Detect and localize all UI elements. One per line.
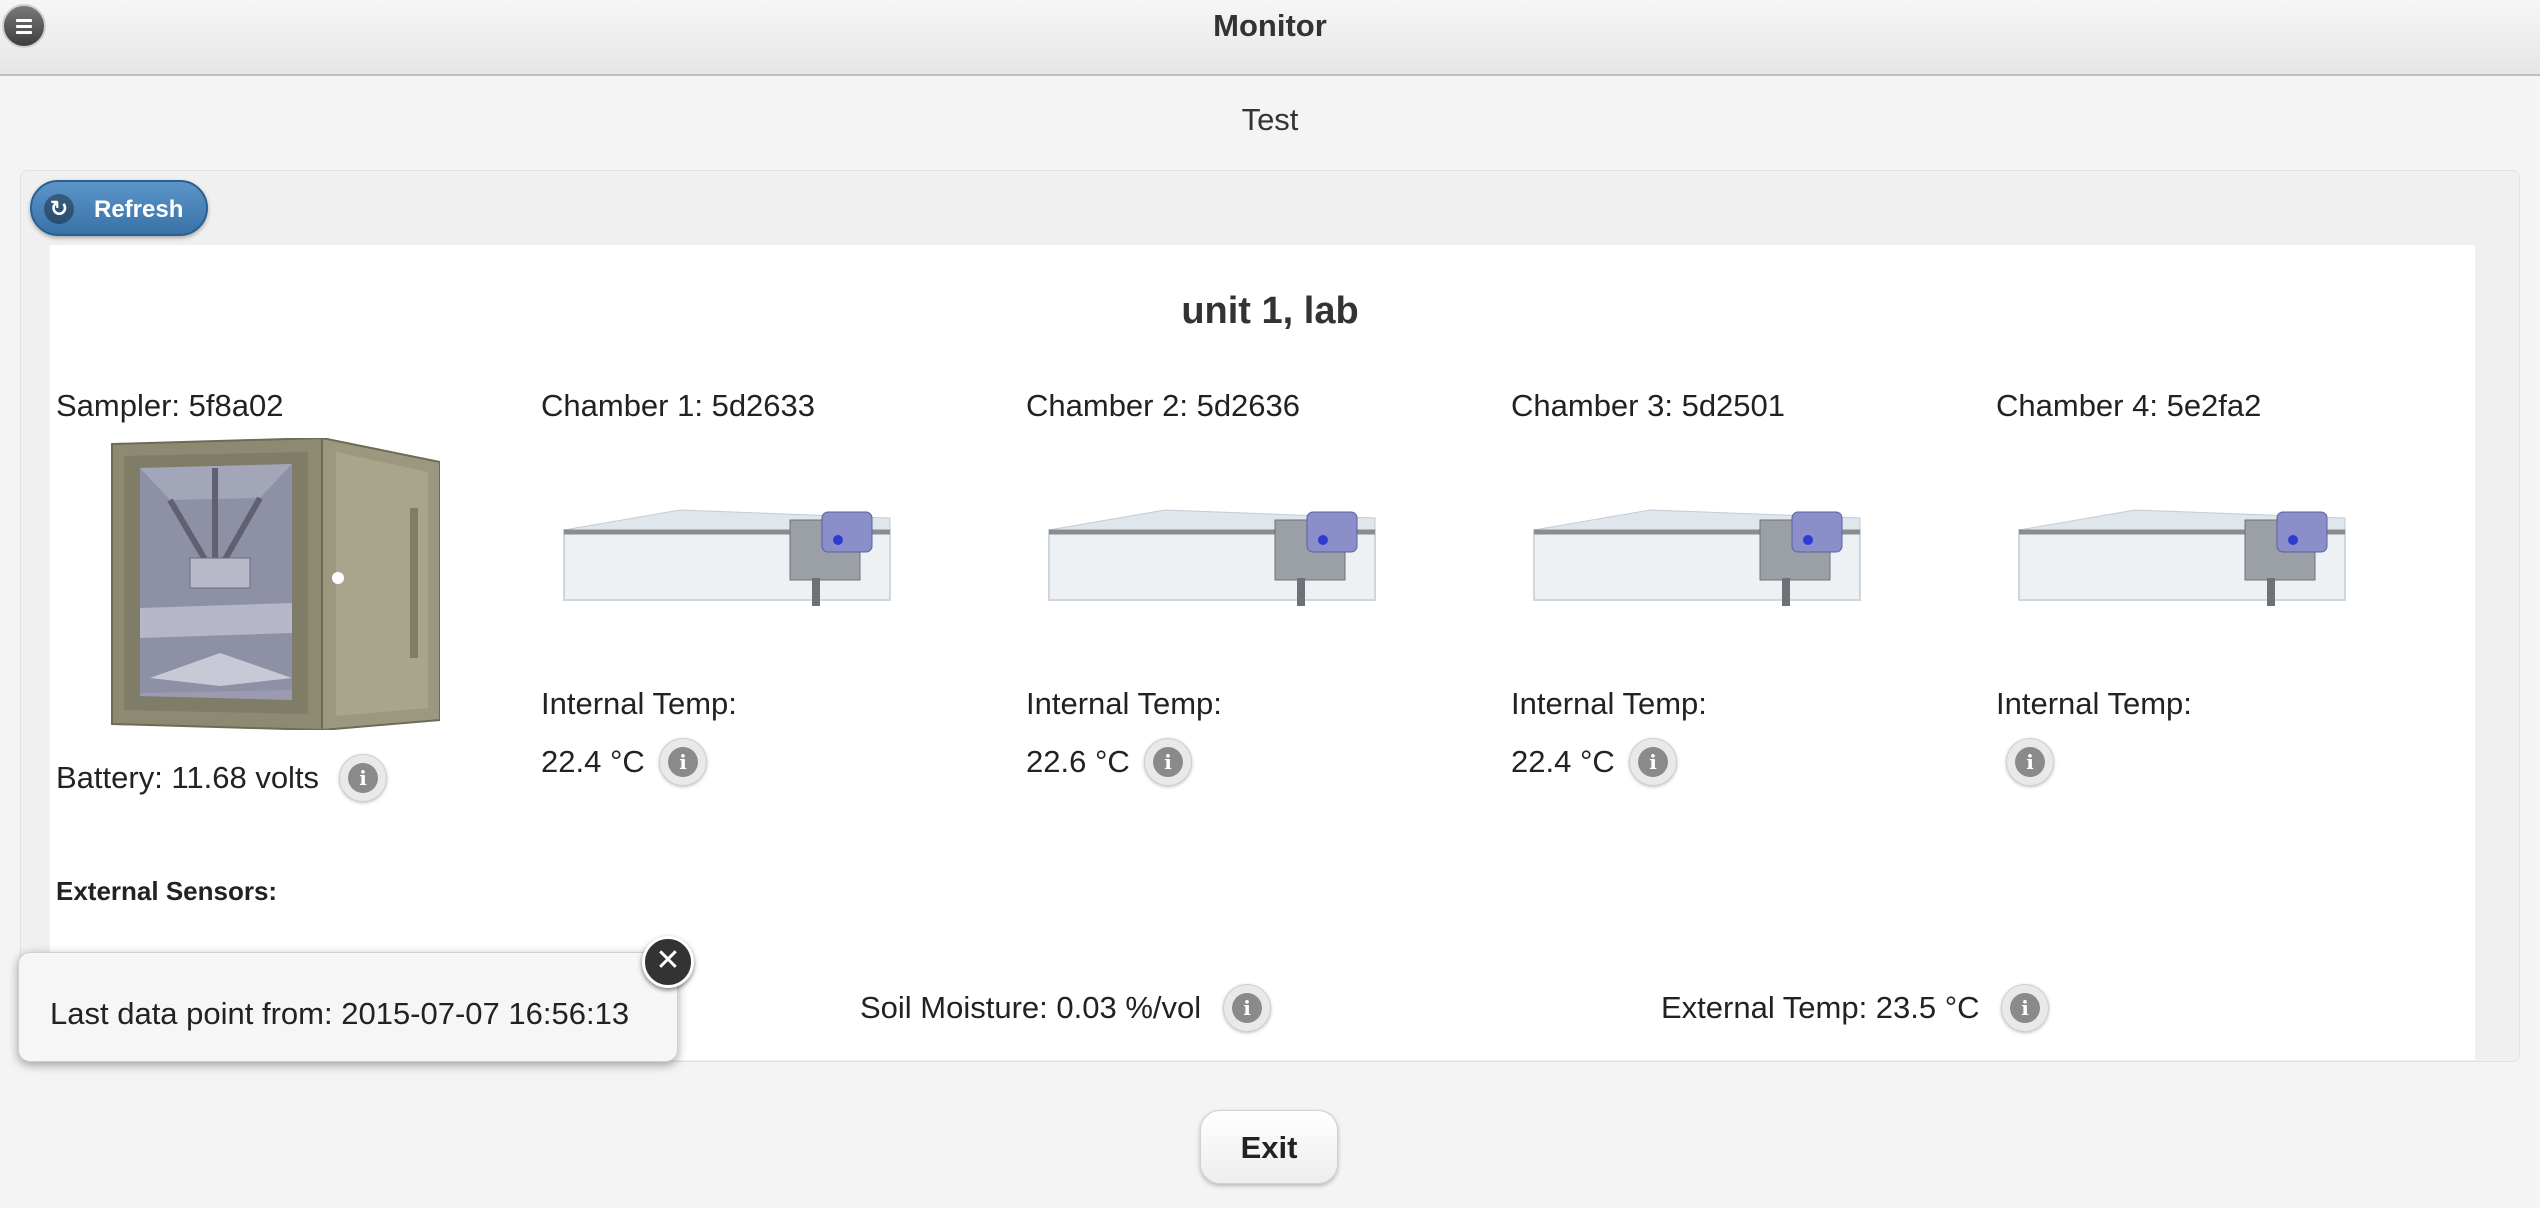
- exit-button[interactable]: Exit: [1200, 1110, 1338, 1184]
- info-icon: i: [1153, 747, 1183, 777]
- chamber-3-image: [1533, 509, 1861, 606]
- battery-reading: Battery: 11.68 volts: [56, 760, 320, 795]
- chamber-1-image: [563, 509, 891, 606]
- chamber-2-info-button[interactable]: i: [1144, 738, 1192, 786]
- battery-info-button[interactable]: i: [339, 754, 387, 802]
- info-icon: i: [2010, 993, 2040, 1023]
- chamber-2-temp-label: Internal Temp:: [1026, 686, 1222, 721]
- unit-title: unit 1, lab: [1181, 290, 1359, 332]
- chamber-4-temp-label: Internal Temp:: [1996, 686, 2192, 721]
- header-bar: Monitor: [0, 0, 2540, 76]
- soil-moisture-reading: Soil Moisture: 0.03 %/vol: [860, 990, 1202, 1025]
- refresh-label: Refresh: [94, 196, 184, 223]
- chamber-1-temp-value: 22.4 °C: [541, 744, 645, 779]
- external-temp-reading: External Temp: 23.5 °C: [1661, 990, 1980, 1025]
- chamber-3-temp-value: 22.4 °C: [1511, 744, 1615, 779]
- sampler-label: Sampler: 5f8a02: [56, 388, 284, 423]
- chamber-3-temp-label: Internal Temp:: [1511, 686, 1707, 721]
- chamber-1-label: Chamber 1: 5d2633: [541, 388, 816, 423]
- page-title: Monitor: [1213, 8, 1327, 43]
- chamber-2-label: Chamber 2: 5d2636: [1026, 388, 1301, 423]
- chamber-1-temp-label: Internal Temp:: [541, 686, 737, 721]
- chamber-3-info-button[interactable]: i: [1629, 738, 1677, 786]
- soil-moisture-info-button[interactable]: i: [1223, 984, 1271, 1032]
- sampler-image: [111, 438, 440, 730]
- chamber-4-info-button[interactable]: i: [2006, 738, 2054, 786]
- close-icon: ✕: [655, 944, 681, 977]
- chamber-4-image: [2018, 509, 2346, 606]
- refresh-button[interactable]: ↻ Refresh: [30, 180, 208, 236]
- external-temp-info-button[interactable]: i: [2001, 984, 2049, 1032]
- info-icon: i: [2015, 747, 2045, 777]
- popup-close-button[interactable]: ✕: [642, 936, 694, 988]
- external-sensors-heading: External Sensors:: [56, 876, 278, 906]
- info-icon: i: [1232, 993, 1262, 1023]
- chamber-2-image: [1048, 509, 1376, 606]
- chamber-2-temp-value: 22.6 °C: [1026, 744, 1130, 779]
- chamber-4-label: Chamber 4: 5e2fa2: [1996, 388, 2262, 423]
- last-data-text: Last data point from: 2015-07-07 16:56:1…: [50, 996, 630, 1031]
- chamber-3-label: Chamber 3: 5d2501: [1511, 388, 1786, 423]
- info-icon: i: [668, 747, 698, 777]
- page-subtitle: Test: [1241, 102, 1299, 137]
- info-icon: i: [1638, 747, 1668, 777]
- info-icon: i: [348, 763, 378, 793]
- refresh-icon: ↻: [44, 194, 74, 224]
- chamber-1-info-button[interactable]: i: [659, 738, 707, 786]
